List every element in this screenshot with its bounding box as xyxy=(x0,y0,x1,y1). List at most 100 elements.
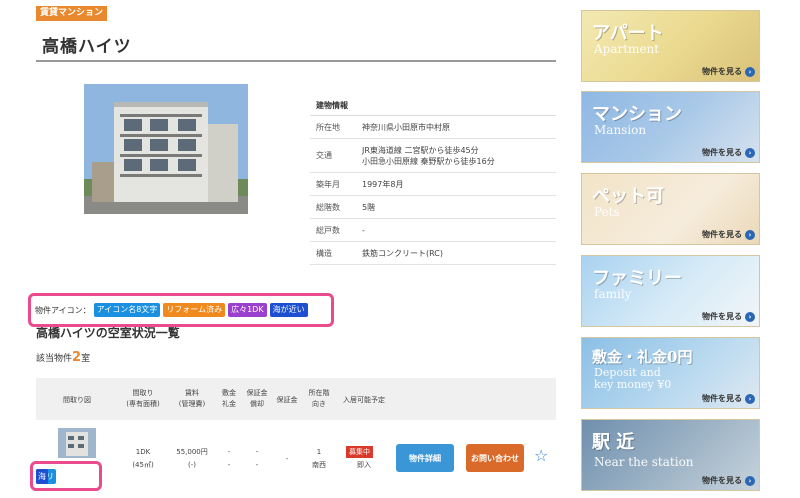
banner-zero-deposit[interactable]: 敷金・礼金0円 Deposit and key money ¥0 物件を見る › xyxy=(581,337,760,409)
banner-near-station-link: 物件を見る › xyxy=(702,475,755,486)
banner-family[interactable]: ファミリー family 物件を見る › xyxy=(581,255,760,327)
cell-shikibiki: - xyxy=(255,461,259,469)
header-guarantee-deposit: 保証金 xyxy=(246,389,268,397)
cell-floor: 1 xyxy=(316,448,322,456)
property-detail-button[interactable]: 物件詳細 xyxy=(396,444,454,472)
unit-tag-sea: 海 xyxy=(36,468,48,484)
info-row-structure: 構造 鉄筋コンクリート(RC) xyxy=(310,242,556,265)
banner-mansion[interactable]: マンション Mansion 物件を見る › xyxy=(581,91,760,163)
tag-icon-name: アイコン名8文字 xyxy=(93,303,161,317)
cell-layout: 1DK xyxy=(135,448,151,456)
cell-key-money: - xyxy=(227,461,231,469)
arrow-right-icon: › xyxy=(745,393,755,404)
banner-near-station[interactable]: 駅 近 Near the station 物件を見る › xyxy=(581,419,760,491)
favorite-star-icon[interactable]: ☆ xyxy=(534,446,548,465)
banner-apartment-link: 物件を見る › xyxy=(702,66,755,77)
see-label: 物件を見る xyxy=(702,148,742,157)
banner-apartment-subtitle: Apartment xyxy=(594,42,660,56)
header-rent-sub: (管理費) xyxy=(178,400,206,408)
count-prefix: 該当物件 xyxy=(36,354,73,364)
building-info-table: 建物情報 所在地 神奈川県小田原市中村原 交通 JR東海道線 二宮駅から徒歩45… xyxy=(310,96,556,265)
count-number: 2 xyxy=(72,350,82,365)
see-label: 物件を見る xyxy=(702,394,742,403)
cell-direction: 南西 xyxy=(312,461,326,469)
info-title: 建物情報 xyxy=(310,96,556,116)
info-value: 1997年8月 xyxy=(362,179,404,189)
vacancy-count: 該当物件2室 xyxy=(36,350,90,365)
main-content: 賃貸マンション 高橋ハイツ 建物情報 所在地 神奈川県小田原市中村原 交通 JR… xyxy=(28,6,556,498)
info-value: 鉄筋コンクリート(RC) xyxy=(362,248,443,258)
banner-mansion-subtitle: Mansion xyxy=(594,123,647,137)
banner-near-station-subtitle: Near the station xyxy=(594,455,694,469)
header-guarantee: 保証金 xyxy=(276,396,298,404)
info-key: 交通 xyxy=(316,151,332,160)
page-title: 高橋ハイツ xyxy=(42,37,132,57)
info-row-built: 築年月 1997年8月 xyxy=(310,173,556,196)
banner-mansion-link: 物件を見る › xyxy=(702,147,755,158)
count-suffix: 室 xyxy=(81,354,91,364)
info-key: 所在地 xyxy=(316,122,340,132)
header-floor: 所在階 xyxy=(308,389,330,397)
tag-near-sea: 海が近い xyxy=(269,303,308,317)
header-layout-sub: (専有面積) xyxy=(126,400,160,408)
arrow-right-icon: › xyxy=(745,66,755,77)
banner-zero-deposit-subtitle-2: key money ¥0 xyxy=(594,378,672,391)
property-icons-label: 物件アイコン： xyxy=(35,305,91,315)
header-direction: 向き xyxy=(312,400,326,408)
see-label: 物件を見る xyxy=(702,230,742,239)
category-badge: 賃貸マンション xyxy=(36,6,108,21)
info-value: 神奈川県小田原市中村原 xyxy=(362,122,450,132)
info-value: - xyxy=(362,225,365,235)
info-key: 構造 xyxy=(316,248,332,258)
banner-pets[interactable]: ペット可 Pets 物件を見る › xyxy=(581,173,760,245)
header-move-in: 入居可能予定 xyxy=(343,396,385,404)
table-row: アリ 広 海 1DK (45㎡) 55,000円 (-) - - - - - 1… xyxy=(30,420,556,498)
info-row-transport: 交通 JR東海道線 二宮駅から徒歩45分 小田急小田原線 秦野駅から徒歩16分 xyxy=(310,139,556,173)
header-floorplan: 間取り図 xyxy=(63,396,91,404)
info-row-units: 総戸数 - xyxy=(310,219,556,242)
info-value: JR東海道線 二宮駅から徒歩45分 小田急小田原線 秦野駅から徒歩16分 xyxy=(362,142,556,170)
floorplan-thumbnail[interactable] xyxy=(58,428,96,458)
banner-family-link: 物件を見る › xyxy=(702,311,755,322)
banner-apartment[interactable]: アパート Apartment 物件を見る › xyxy=(581,10,760,82)
cell-guarantee: - xyxy=(285,455,289,463)
tag-spacious: 広々1DK xyxy=(228,303,267,317)
header-rent: 賃料 xyxy=(185,389,199,397)
cell-move-in: 即入 xyxy=(357,461,371,469)
contact-button[interactable]: お問い合わせ xyxy=(466,444,524,472)
cell-guarantee-deposit: - xyxy=(255,448,259,456)
info-row-floors: 総階数 5階 xyxy=(310,196,556,219)
tag-reformed: リフォーム済み xyxy=(163,303,226,317)
arrow-right-icon: › xyxy=(745,311,755,322)
header-shikibiki: 償却 xyxy=(250,400,264,408)
arrow-right-icon: › xyxy=(745,147,755,158)
header-layout: 間取り xyxy=(132,389,154,397)
arrow-right-icon: › xyxy=(745,475,755,486)
see-label: 物件を見る xyxy=(702,67,742,76)
title-divider xyxy=(36,60,556,62)
table-header: 間取り図 間取り (専有面積) 賃料 (管理費) 敷金 礼金 保証金 償却 保証… xyxy=(36,378,556,420)
header-deposit: 敷金 xyxy=(222,389,236,397)
see-label: 物件を見る xyxy=(702,312,742,321)
banner-zero-deposit-link: 物件を見る › xyxy=(702,393,755,404)
banner-near-station-title: 駅 近 xyxy=(592,432,635,453)
cell-fee: (-) xyxy=(188,461,196,469)
info-key: 築年月 xyxy=(316,179,340,189)
cell-rent: 55,000円 xyxy=(176,448,208,456)
info-value: 5階 xyxy=(362,202,376,212)
transport-line-1: JR東海道線 二宮駅から徒歩45分 xyxy=(362,145,479,155)
building-photo[interactable] xyxy=(84,84,248,214)
header-key-money: 礼金 xyxy=(222,400,236,408)
banner-pets-link: 物件を見る › xyxy=(702,229,755,240)
cell-area: (45㎡) xyxy=(132,461,154,469)
info-key: 総階数 xyxy=(316,202,340,212)
status-badge: 募集中 xyxy=(346,446,373,458)
cell-deposit: - xyxy=(227,448,231,456)
see-label: 物件を見る xyxy=(702,476,742,485)
arrow-right-icon: › xyxy=(745,229,755,240)
banner-pets-subtitle: Pets xyxy=(594,205,620,219)
banner-zero-deposit-title: 敷金・礼金0円 xyxy=(592,348,693,366)
transport-line-2: 小田急小田原線 秦野駅から徒歩16分 xyxy=(362,156,495,166)
banner-family-subtitle: family xyxy=(594,287,632,301)
unit-icons-highlight: アリ 広 海 xyxy=(30,461,102,491)
